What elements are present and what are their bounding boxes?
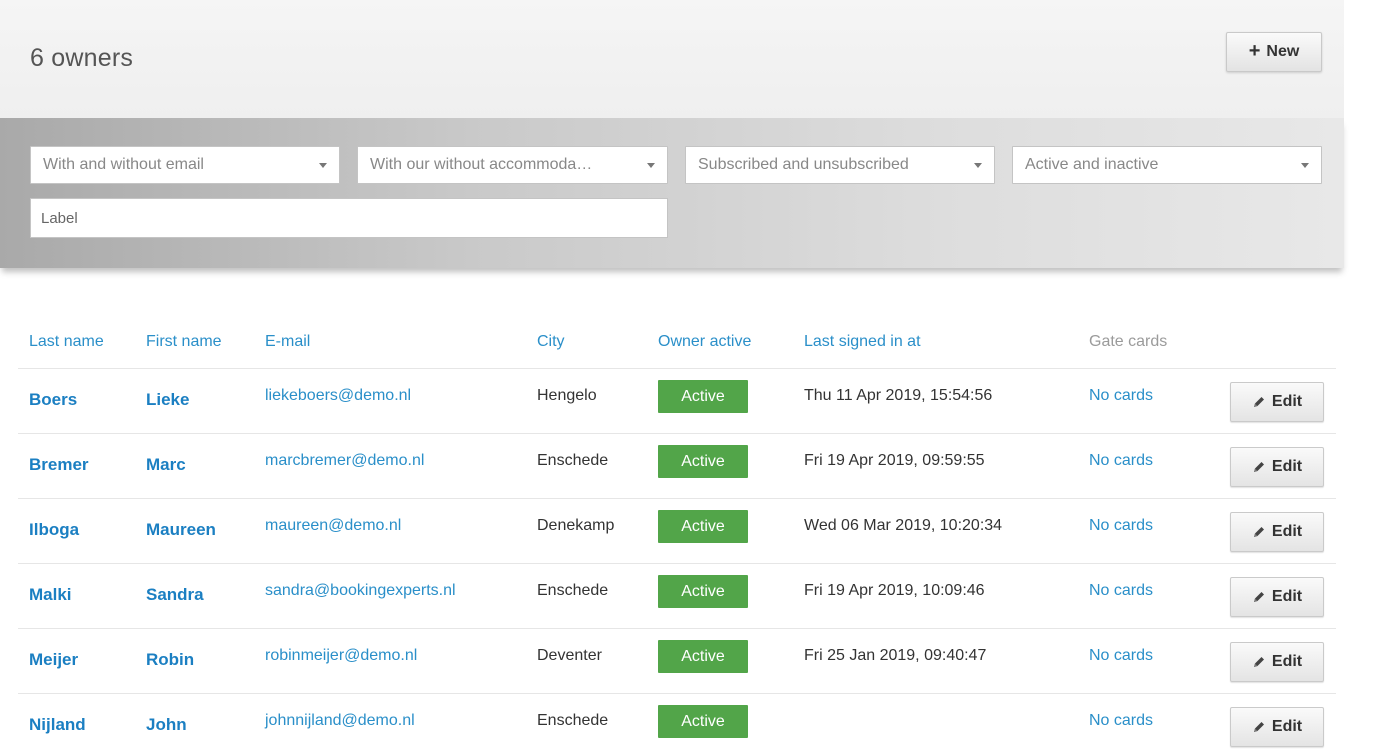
subscription-filter-select[interactable]: Subscribed and unsubscribed <box>685 146 995 184</box>
edit-button[interactable]: Edit <box>1230 382 1324 422</box>
first-name-link[interactable]: Robin <box>146 629 194 687</box>
table-row: Malki Sandra sandra@bookingexperts.nl En… <box>18 563 1336 629</box>
last-signed-in-text: Fri 19 Apr 2019, 10:09:46 <box>804 582 985 599</box>
table-row: Nijland John johnnijland@demo.nl Ensched… <box>18 693 1336 754</box>
first-name-link[interactable]: Marc <box>146 434 186 492</box>
gate-cards-link[interactable]: No cards <box>1089 434 1153 488</box>
status-cell: Active <box>658 694 748 748</box>
last-name-link[interactable]: Meijer <box>29 629 78 687</box>
accommodation-filter-select[interactable]: With our without accommoda… <box>357 146 668 184</box>
table-row: Meijer Robin robinmeijer@demo.nl Devente… <box>18 628 1336 694</box>
pencil-icon <box>1252 460 1266 474</box>
label-filter-input[interactable] <box>30 198 668 238</box>
last-signed-in-text: Wed 06 Mar 2019, 10:20:34 <box>804 517 1003 534</box>
gate-cards-link[interactable]: No cards <box>1089 499 1153 553</box>
status-badge: Active <box>658 509 748 543</box>
last-name-link[interactable]: Nijland <box>29 694 86 752</box>
status-badge: Active <box>658 379 748 413</box>
email-link[interactable]: marcbremer@demo.nl <box>265 434 424 488</box>
page-title: 6 owners <box>30 44 134 72</box>
column-header-city[interactable]: City <box>537 333 565 351</box>
status-badge: Active <box>658 704 748 738</box>
status-badge: Active <box>658 444 748 478</box>
city-text: Hengelo <box>537 387 597 404</box>
chevron-down-icon <box>1301 162 1309 168</box>
last-name-link[interactable]: Ilboga <box>29 499 79 557</box>
table-row: Boers Lieke liekeboers@demo.nl Hengelo A… <box>18 368 1336 434</box>
city-text: Enschede <box>537 582 609 599</box>
gate-cards-link[interactable]: No cards <box>1089 564 1153 618</box>
first-name-link[interactable]: Sandra <box>146 564 204 622</box>
column-header-owner-active[interactable]: Owner active <box>658 333 751 351</box>
table-row: Ilboga Maureen maureen@demo.nl Denekamp … <box>18 498 1336 564</box>
edit-button-label: Edit <box>1271 718 1303 735</box>
last-name-link[interactable]: Boers <box>29 369 77 427</box>
edit-button-label: Edit <box>1271 588 1303 605</box>
email-link[interactable]: sandra@bookingexperts.nl <box>265 564 456 618</box>
gate-cards-link[interactable]: No cards <box>1089 694 1153 748</box>
status-cell: Active <box>658 629 748 683</box>
pencil-icon <box>1252 395 1266 409</box>
activity-filter-select[interactable]: Active and inactive <box>1012 146 1322 184</box>
edit-button[interactable]: Edit <box>1230 642 1324 682</box>
page-header: 6 owners + New <box>0 0 1344 118</box>
last-name-link[interactable]: Bremer <box>29 434 89 492</box>
last-signed-in-text: Fri 25 Jan 2019, 09:40:47 <box>804 647 987 664</box>
edit-button[interactable]: Edit <box>1230 577 1324 617</box>
status-cell: Active <box>658 499 748 553</box>
filter-panel: With and without email With our without … <box>0 118 1344 268</box>
table-row: Bremer Marc marcbremer@demo.nl Enschede … <box>18 433 1336 499</box>
chevron-down-icon <box>974 162 982 168</box>
accommodation-filter-value: With our without accommoda… <box>370 156 593 173</box>
column-header-last-signed-in[interactable]: Last signed in at <box>804 333 921 351</box>
first-name-link[interactable]: Lieke <box>146 369 189 427</box>
email-link[interactable]: robinmeijer@demo.nl <box>265 629 417 683</box>
pencil-icon <box>1252 525 1266 539</box>
activity-filter-value: Active and inactive <box>1025 156 1159 173</box>
gate-cards-link[interactable]: No cards <box>1089 369 1153 423</box>
plus-icon: + <box>1248 40 1261 62</box>
chevron-down-icon <box>647 162 655 168</box>
status-cell: Active <box>658 564 748 618</box>
edit-button[interactable]: Edit <box>1230 447 1324 487</box>
status-badge: Active <box>658 639 748 673</box>
edit-button[interactable]: Edit <box>1230 707 1324 747</box>
first-name-link[interactable]: Maureen <box>146 499 216 557</box>
last-signed-in-text: Fri 19 Apr 2019, 09:59:55 <box>804 452 985 469</box>
edit-button-label: Edit <box>1271 458 1303 475</box>
pencil-icon <box>1252 655 1266 669</box>
city-text: Deventer <box>537 647 602 664</box>
column-header-first-name[interactable]: First name <box>146 333 222 351</box>
new-owner-button[interactable]: + New <box>1226 32 1322 72</box>
city-text: Enschede <box>537 712 609 729</box>
first-name-link[interactable]: John <box>146 694 187 752</box>
owners-page: 6 owners + New With and without email Wi… <box>0 0 1390 754</box>
column-header-email[interactable]: E-mail <box>265 333 310 351</box>
email-link[interactable]: liekeboers@demo.nl <box>265 369 411 423</box>
email-filter-value: With and without email <box>43 156 204 173</box>
new-button-label: New <box>1266 43 1300 60</box>
email-link[interactable]: johnnijland@demo.nl <box>265 694 415 748</box>
city-text: Denekamp <box>537 517 615 534</box>
email-link[interactable]: maureen@demo.nl <box>265 499 401 553</box>
last-signed-in-text: Thu 11 Apr 2019, 15:54:56 <box>804 387 993 404</box>
column-header-gate-cards: Gate cards <box>1089 333 1168 350</box>
edit-button-label: Edit <box>1271 393 1303 410</box>
pencil-icon <box>1252 720 1266 734</box>
edit-button-label: Edit <box>1271 523 1303 540</box>
email-filter-select[interactable]: With and without email <box>30 146 340 184</box>
status-cell: Active <box>658 434 748 488</box>
chevron-down-icon <box>319 162 327 168</box>
edit-button-label: Edit <box>1271 653 1303 670</box>
gate-cards-link[interactable]: No cards <box>1089 629 1153 683</box>
subscription-filter-value: Subscribed and unsubscribed <box>698 156 909 173</box>
city-text: Enschede <box>537 452 609 469</box>
edit-button[interactable]: Edit <box>1230 512 1324 552</box>
last-name-link[interactable]: Malki <box>29 564 72 622</box>
status-cell: Active <box>658 369 748 423</box>
column-header-last-name[interactable]: Last name <box>29 333 104 351</box>
pencil-icon <box>1252 590 1266 604</box>
status-badge: Active <box>658 574 748 608</box>
